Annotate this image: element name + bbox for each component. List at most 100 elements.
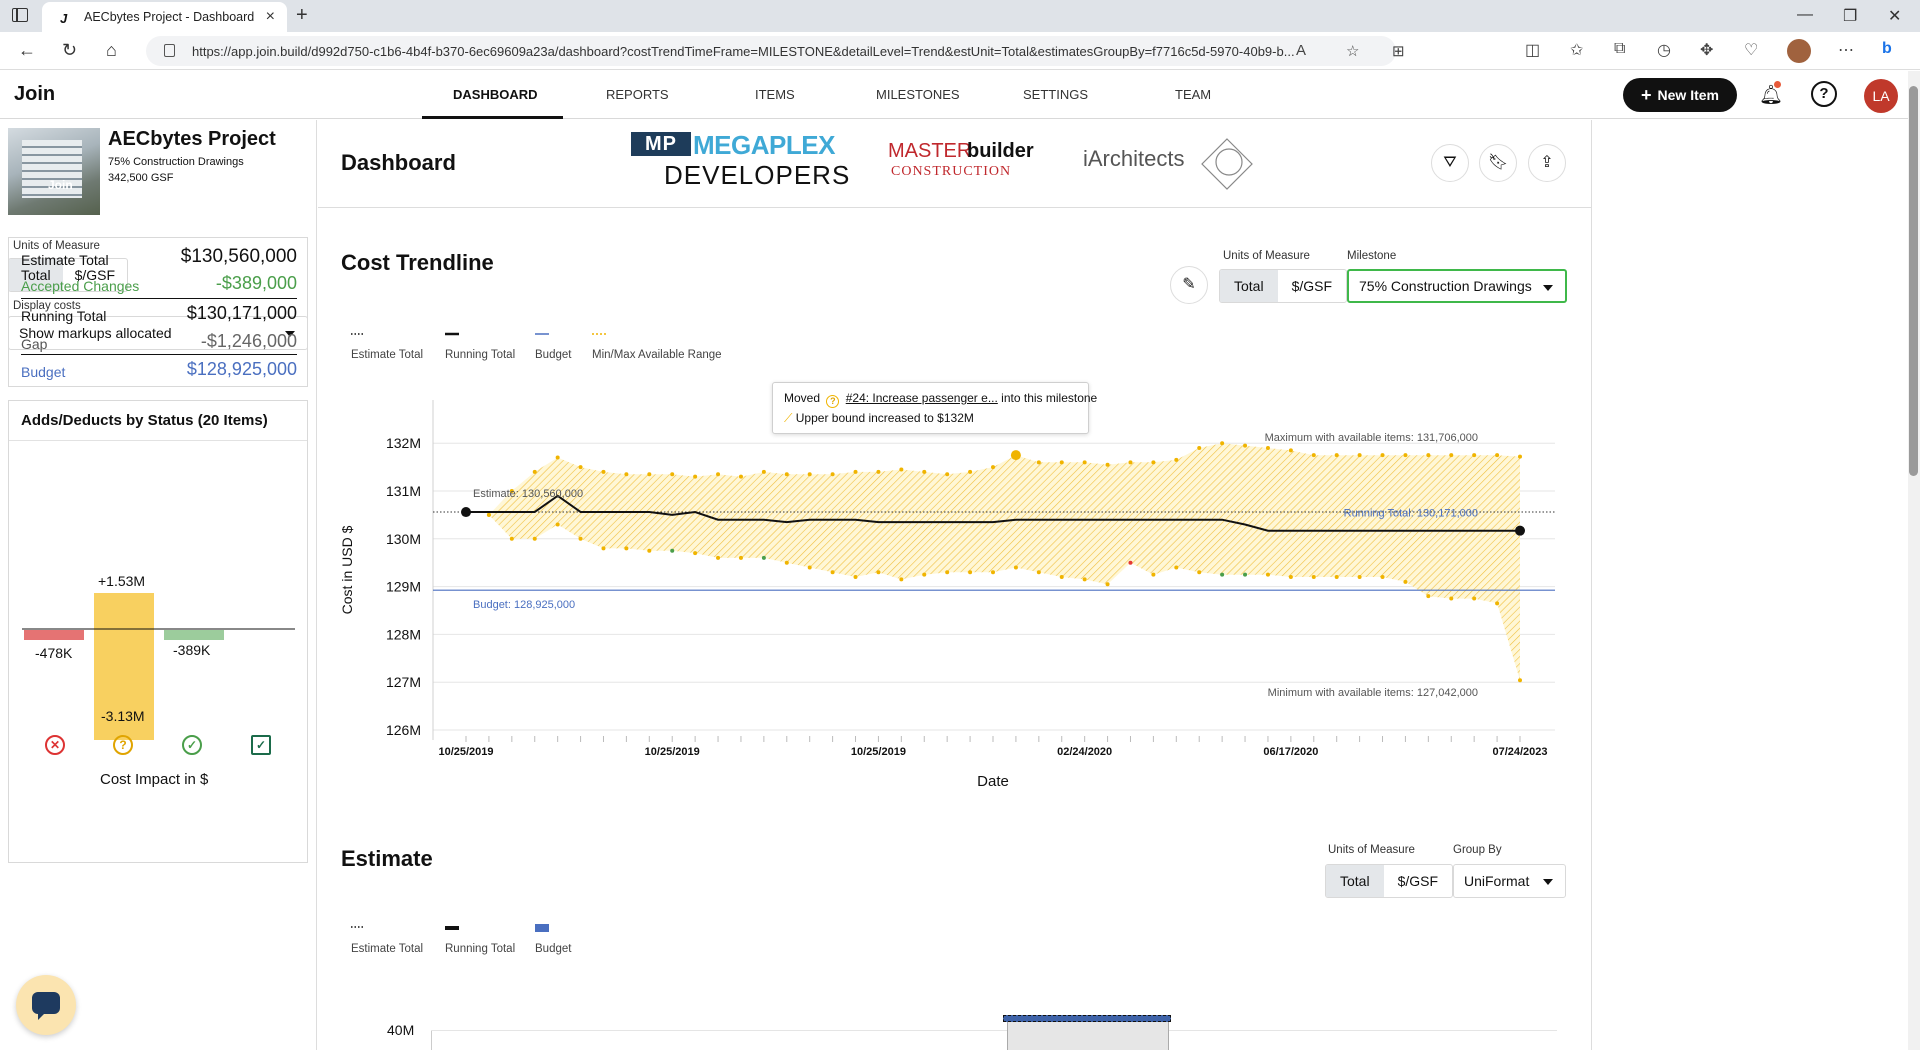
help-icon[interactable]: ? [1811, 81, 1837, 107]
range-point[interactable] [761, 555, 766, 560]
browser-profile-avatar[interactable] [1787, 39, 1811, 63]
range-point[interactable] [532, 469, 537, 474]
range-point[interactable] [693, 551, 698, 556]
settings-more-icon[interactable]: ⋯ [1838, 40, 1854, 60]
group-by-select[interactable]: UniFormat [1453, 864, 1566, 898]
range-point[interactable] [1495, 453, 1500, 458]
home-icon[interactable]: ⌂ [106, 40, 117, 61]
accepted-bar[interactable] [164, 630, 224, 640]
history-icon[interactable]: ◷ [1657, 40, 1671, 60]
range-point[interactable] [1288, 575, 1293, 580]
range-point[interactable] [876, 469, 881, 474]
range-point[interactable] [968, 469, 973, 474]
collections-icon[interactable]: ⧉ [1614, 40, 1625, 58]
range-point[interactable] [1243, 572, 1248, 577]
range-point[interactable] [853, 469, 858, 474]
range-point[interactable] [1128, 460, 1133, 465]
user-avatar[interactable]: LA [1864, 79, 1898, 113]
range-point[interactable] [1288, 448, 1293, 453]
range-point[interactable] [1403, 579, 1408, 584]
range-point[interactable] [1334, 453, 1339, 458]
rejected-bar[interactable] [24, 630, 84, 640]
range-point[interactable] [1357, 453, 1362, 458]
filter-icon[interactable]: ⛛ [1431, 144, 1469, 182]
range-point[interactable] [991, 465, 995, 470]
bookmark-icon[interactable]: 🔖︎ [1479, 144, 1517, 182]
tooltip-item-link[interactable]: #24: Increase passenger e... [846, 391, 998, 405]
range-point[interactable] [670, 548, 675, 553]
page-scrollbar-thumb[interactable] [1909, 86, 1918, 476]
browser-tab[interactable]: J AECbytes Project - Dashboard × [42, 2, 287, 32]
tab-items[interactable]: ITEMS [755, 87, 795, 102]
copilot-icon[interactable]: b [1882, 40, 1892, 58]
range-point[interactable] [1472, 453, 1477, 458]
range-point[interactable] [1518, 678, 1522, 683]
range-point[interactable] [555, 455, 560, 460]
read-aloud-icon[interactable]: A [1296, 42, 1306, 59]
range-point[interactable] [1059, 575, 1064, 580]
range-point[interactable] [1243, 443, 1248, 448]
range-point[interactable] [830, 570, 835, 575]
range-point[interactable] [1265, 445, 1270, 450]
trend-units-total-button[interactable]: Total [1220, 270, 1278, 302]
range-point[interactable] [624, 546, 629, 551]
range-point[interactable] [1036, 570, 1041, 575]
range-point[interactable] [945, 472, 950, 477]
favorites-icon[interactable]: ✩ [1570, 40, 1583, 60]
range-point[interactable] [1495, 601, 1500, 606]
trend-units-gsf-button[interactable]: $/GSF [1278, 270, 1346, 302]
tab-milestones[interactable]: MILESTONES [876, 87, 960, 102]
refresh-icon[interactable]: ↻ [62, 40, 77, 61]
range-point[interactable] [555, 522, 560, 527]
range-point[interactable] [1311, 575, 1316, 580]
range-point[interactable] [853, 575, 858, 580]
range-point[interactable] [1174, 457, 1179, 462]
extensions-icon[interactable]: ✥ [1700, 40, 1713, 60]
range-point[interactable] [991, 570, 995, 575]
range-point[interactable] [1449, 596, 1454, 601]
range-point[interactable] [1220, 441, 1225, 446]
range-point[interactable] [876, 570, 881, 575]
range-point[interactable] [601, 469, 606, 474]
range-point[interactable] [738, 474, 743, 479]
range-point[interactable] [784, 472, 789, 477]
chat-support-button[interactable] [16, 975, 76, 1035]
range-point[interactable] [1311, 453, 1316, 458]
estimate-units-total-button[interactable]: Total [1326, 865, 1384, 897]
tab-actions-icon[interactable] [12, 8, 28, 22]
range-point[interactable] [784, 560, 789, 565]
range-point[interactable] [830, 472, 835, 477]
new-tab-icon[interactable]: + [296, 4, 308, 27]
range-point[interactable] [1082, 577, 1087, 582]
range-point[interactable] [1426, 594, 1431, 599]
range-point[interactable] [532, 536, 537, 541]
rejected-status-icon[interactable]: ✕ [45, 735, 65, 755]
range-point[interactable] [693, 474, 698, 479]
split-screen-icon[interactable]: ◫ [1525, 40, 1540, 60]
range-point[interactable] [1013, 565, 1018, 570]
range-point[interactable] [1197, 570, 1202, 575]
range-point[interactable] [899, 467, 904, 472]
lock-icon[interactable] [164, 44, 175, 57]
accepted-status-icon[interactable]: ✓ [182, 735, 202, 755]
range-point[interactable] [716, 472, 721, 477]
range-point[interactable] [1380, 453, 1385, 458]
range-point[interactable] [486, 512, 491, 517]
range-point[interactable] [1380, 575, 1385, 580]
pending-status-icon[interactable]: ? [113, 735, 133, 755]
tab-team[interactable]: TEAM [1175, 87, 1211, 102]
running-start-point[interactable] [461, 507, 471, 518]
range-point[interactable] [1082, 460, 1087, 465]
range-point[interactable] [761, 469, 766, 474]
app-available-icon[interactable]: ⊞ [1392, 42, 1405, 60]
range-point[interactable] [1449, 453, 1454, 458]
range-point[interactable] [1036, 460, 1041, 465]
restore-icon[interactable]: ❐ [1843, 6, 1857, 26]
range-point[interactable] [1403, 453, 1408, 458]
range-point[interactable] [922, 469, 927, 474]
range-point[interactable] [1174, 565, 1179, 570]
range-point[interactable] [1357, 575, 1362, 580]
tab-dashboard[interactable]: DASHBOARD [453, 87, 538, 102]
range-point[interactable] [1151, 460, 1156, 465]
range-point[interactable] [945, 570, 950, 575]
